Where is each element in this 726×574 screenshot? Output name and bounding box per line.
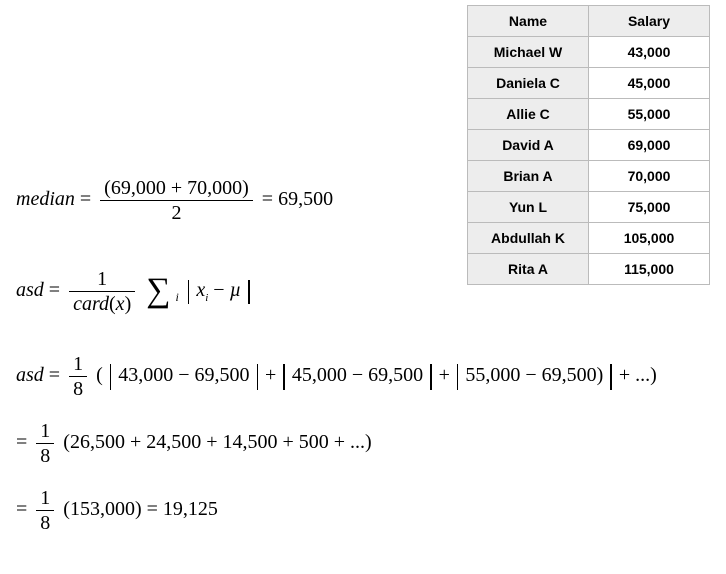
cell-name: Abdullah K <box>468 223 589 254</box>
final-paren: (153,000) <box>63 498 141 520</box>
equals-sign: = <box>49 364 60 386</box>
cell-salary: 75,000 <box>589 192 710 223</box>
asd-denominator: card(x) <box>69 292 135 316</box>
val: 69,500 <box>368 364 423 386</box>
plus-sign: + <box>439 364 450 386</box>
asd-label: asd <box>16 279 44 301</box>
median-numerator: (69,000 + 70,000) <box>100 176 253 201</box>
abs-bar-icon <box>457 364 459 390</box>
cell-salary: 43,000 <box>589 37 710 68</box>
median-fraction: (69,000 + 70,000) 2 <box>100 176 253 225</box>
frac-num: 1 <box>69 352 87 377</box>
asd-plugged-equation: asd = 1 8 ( 43,000 − 69,500 + 45,000 − 6… <box>16 352 710 401</box>
frac-den: 8 <box>69 377 87 401</box>
median-denominator: 2 <box>100 201 253 225</box>
table-row: Rita A115,000 <box>468 254 710 285</box>
cell-salary: 45,000 <box>589 68 710 99</box>
abs-bar-icon <box>610 364 612 390</box>
val: 43,000 <box>118 364 173 386</box>
median-label: median <box>16 188 75 210</box>
table-row: David A69,000 <box>468 130 710 161</box>
frac-num: 1 <box>36 486 54 511</box>
equals-sign: = <box>49 279 60 301</box>
val: 69,500 <box>195 364 250 386</box>
tail: + ...) <box>619 364 657 386</box>
abs-bar-icon <box>283 364 285 390</box>
summation-icon: ∑ i <box>146 277 179 307</box>
cell-name: Michael W <box>468 37 589 68</box>
cell-name: Brian A <box>468 161 589 192</box>
equals-sign: = <box>16 431 27 453</box>
table-header-salary: Salary <box>589 6 710 37</box>
one-eighth-fraction: 1 8 <box>69 352 87 401</box>
abs-bar-icon <box>257 364 259 390</box>
asd-result: 19,125 <box>163 498 218 520</box>
table-row: Yun L75,000 <box>468 192 710 223</box>
frac-den: 8 <box>36 444 54 468</box>
minus-sign: − <box>213 279 224 301</box>
cell-salary: 55,000 <box>589 99 710 130</box>
table-row: Allie C55,000 <box>468 99 710 130</box>
minus-sign: − <box>178 364 189 386</box>
cell-salary: 70,000 <box>589 161 710 192</box>
card-label: card <box>73 293 109 315</box>
mu-term: µ <box>230 279 242 301</box>
median-result: 69,500 <box>278 188 333 210</box>
asd-label: asd <box>16 364 44 386</box>
val: 55,000 <box>465 364 520 386</box>
table-row: Abdullah K105,000 <box>468 223 710 254</box>
minus-sign: − <box>352 364 363 386</box>
abs-bar-icon <box>248 280 250 304</box>
cell-name: Daniela C <box>468 68 589 99</box>
plus-sign: + <box>265 364 276 386</box>
table-row: Michael W43,000 <box>468 37 710 68</box>
cell-name: Allie C <box>468 99 589 130</box>
asd-numerator: 1 <box>69 267 135 292</box>
asd-final-equation: = 1 8 (153,000) = 19,125 <box>16 486 710 535</box>
abs-bar-icon <box>430 364 432 390</box>
val: 69,500 <box>542 364 597 386</box>
abs-bar-icon <box>110 364 112 390</box>
diffs-paren: (26,500 + 24,500 + 14,500 + 500 + ...) <box>63 431 371 453</box>
frac-den: 8 <box>36 511 54 535</box>
cell-salary: 115,000 <box>589 254 710 285</box>
val: 45,000 <box>292 364 347 386</box>
cell-name: Yun L <box>468 192 589 223</box>
equals-sign: = <box>80 188 91 210</box>
one-eighth-fraction: 1 8 <box>36 419 54 468</box>
cell-name: David A <box>468 130 589 161</box>
frac-num: 1 <box>36 419 54 444</box>
minus-sign: − <box>525 364 536 386</box>
abs-bar-icon <box>188 280 190 304</box>
table-row: Daniela C45,000 <box>468 68 710 99</box>
table-header-name: Name <box>468 6 589 37</box>
cell-salary: 69,000 <box>589 130 710 161</box>
asd-fraction: 1 card(x) <box>69 267 135 316</box>
asd-diffs-equation: = 1 8 (26,500 + 24,500 + 14,500 + 500 + … <box>16 419 710 468</box>
cell-name: Rita A <box>468 254 589 285</box>
cell-salary: 105,000 <box>589 223 710 254</box>
table-row: Brian A70,000 <box>468 161 710 192</box>
card-arg: x <box>116 293 125 315</box>
equals-sign: = <box>262 188 273 210</box>
equals-sign: = <box>147 498 158 520</box>
salary-table: Name Salary Michael W43,000 Daniela C45,… <box>467 5 710 285</box>
xi-term: xi <box>196 279 208 301</box>
equals-sign: = <box>16 498 27 520</box>
one-eighth-fraction: 1 8 <box>36 486 54 535</box>
